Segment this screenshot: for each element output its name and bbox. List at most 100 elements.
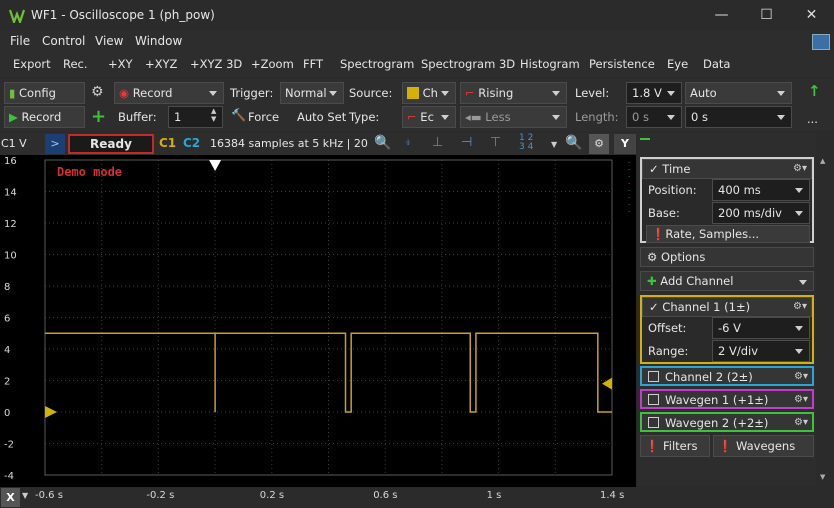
rate-samples-button[interactable]: ❗Rate, Samples... bbox=[646, 225, 810, 243]
vertical-cursor-icon[interactable]: ⊣ bbox=[461, 135, 472, 150]
wavegen1-header[interactable]: Wavegen 1 (+1±) ⚙▾ bbox=[640, 389, 814, 409]
add-xyz-button[interactable]: +XYZ bbox=[145, 57, 177, 71]
zoom-in-icon[interactable]: 🔍 bbox=[374, 135, 391, 151]
c1-toggle[interactable]: C1 bbox=[159, 136, 176, 150]
persistence-button[interactable]: Persistence bbox=[589, 57, 655, 71]
y-tick-label: 14 bbox=[4, 188, 17, 199]
minimize-button[interactable]: — bbox=[699, 0, 744, 31]
fft-button[interactable]: FFT bbox=[303, 57, 323, 71]
range-input[interactable]: 2 V/div bbox=[712, 340, 810, 362]
channel2-checkbox[interactable] bbox=[648, 371, 659, 382]
channel1-gear-icon[interactable]: ⚙▾ bbox=[793, 298, 807, 316]
options-gear-icon: ⚙ bbox=[647, 250, 658, 264]
wavegen1-checkbox[interactable] bbox=[648, 394, 659, 405]
slope-dropdown[interactable]: ⌐ Rising bbox=[460, 82, 567, 104]
level-mode-dropdown[interactable]: Auto bbox=[685, 82, 792, 104]
force-button[interactable]: Force bbox=[248, 110, 279, 124]
wavegen2-header[interactable]: Wavegen 2 (+2±) ⚙▾ bbox=[640, 412, 814, 432]
type-value: Ec bbox=[420, 110, 434, 124]
plot-settings-icon[interactable]: ⚙ bbox=[589, 134, 609, 154]
scroll-up-icon[interactable]: ▲ bbox=[820, 157, 825, 165]
menu-view[interactable]: View bbox=[95, 34, 123, 48]
time-gear-icon[interactable]: ⚙▾ bbox=[793, 160, 807, 178]
spectrogram-button[interactable]: Spectrogram bbox=[340, 57, 414, 71]
level-input[interactable]: 1.8 V bbox=[626, 82, 682, 104]
position-input[interactable]: 400 ms bbox=[712, 179, 810, 201]
base-label: Base: bbox=[648, 206, 680, 220]
plot-area[interactable]: 16 14 12 10 8 6 4 2 0 -2 -4 Demo mode bbox=[0, 155, 636, 488]
c1-offset-marker bbox=[45, 406, 57, 418]
y-tick-label: 8 bbox=[4, 282, 10, 293]
y-axis-button[interactable]: Y bbox=[614, 134, 636, 154]
menu-file[interactable]: File bbox=[10, 34, 30, 48]
filters-button[interactable]: ❗ Filters bbox=[640, 435, 710, 457]
x-axis-button[interactable]: X bbox=[1, 488, 20, 507]
wavegens-button[interactable]: ❗ Wavegens bbox=[713, 435, 814, 457]
zoom-fit-icon[interactable]: 🔍 bbox=[565, 135, 582, 151]
record-mode-dropdown[interactable]: ◉ Record bbox=[114, 82, 224, 104]
wavegen1-title: Wavegen 1 (+1±) bbox=[665, 393, 769, 407]
channel1-header[interactable]: ✓ Channel 1 (1±) ⚙▾ bbox=[642, 297, 812, 317]
cursor-tool-icon[interactable]: ⍖ bbox=[404, 135, 412, 150]
config-button[interactable]: ▮ Config bbox=[4, 82, 85, 104]
options-row[interactable]: ⚙ Options bbox=[640, 247, 814, 267]
data-button[interactable]: Data bbox=[703, 57, 730, 71]
x-tick-label: 0.2 s bbox=[259, 490, 285, 501]
wavegen2-gear-icon[interactable]: ⚙▾ bbox=[794, 414, 808, 432]
export-button[interactable]: Export bbox=[13, 57, 51, 71]
measure-icon[interactable]: 1 23 4 bbox=[519, 134, 533, 152]
channel2-gear-icon[interactable]: ⚙▾ bbox=[794, 368, 808, 386]
histogram-button[interactable]: Histogram bbox=[520, 57, 580, 71]
oscilloscope-chart[interactable]: 16 14 12 10 8 6 4 2 0 -2 -4 bbox=[0, 155, 636, 488]
type-dropdown[interactable]: ⌐ Ec bbox=[402, 106, 456, 128]
marker-icon[interactable]: ⊤ bbox=[490, 135, 501, 150]
x-tick-label: 1.4 s bbox=[600, 490, 625, 501]
base-input[interactable]: 200 ms/div bbox=[712, 202, 810, 224]
x-tick-label: 0.6 s bbox=[373, 490, 398, 501]
panel-scrollbar[interactable]: ▲ ▼ bbox=[816, 155, 834, 485]
settings-gear-icon[interactable]: ⚙ bbox=[91, 84, 104, 100]
x-tick-label: 1 s bbox=[486, 490, 502, 501]
record-button[interactable]: ▶ Record bbox=[4, 106, 85, 128]
play-toggle-icon[interactable]: > bbox=[45, 134, 65, 154]
chevron-down-icon[interactable]: ▼ bbox=[551, 140, 557, 149]
maximize-button[interactable]: ☐ bbox=[744, 0, 789, 31]
acquisition-info: 16384 samples at 5 kHz | 2025 bbox=[210, 137, 368, 150]
source-dropdown[interactable]: Ch bbox=[402, 82, 456, 104]
source-value: Ch bbox=[422, 86, 438, 100]
scroll-down-icon[interactable]: ▼ bbox=[820, 473, 825, 481]
y-tick-label: 6 bbox=[4, 314, 10, 325]
more-options-button[interactable]: ... bbox=[807, 112, 818, 126]
restore-docked-icon[interactable] bbox=[812, 34, 830, 50]
wavegen2-checkbox[interactable] bbox=[648, 417, 659, 428]
add-zoom-button[interactable]: +Zoom bbox=[251, 57, 294, 71]
trigger-level-marker bbox=[602, 377, 612, 390]
time-header[interactable]: ✓ Time ⚙▾ bbox=[642, 159, 812, 179]
trigger-mode-dropdown[interactable]: Normal bbox=[280, 82, 344, 104]
length-input[interactable]: 0 s bbox=[626, 106, 682, 128]
add-icon[interactable]: + bbox=[91, 106, 106, 127]
close-button[interactable]: ✕ bbox=[789, 0, 834, 31]
arrow-up-icon[interactable]: ↑ bbox=[808, 82, 821, 100]
horizontal-cursor-icon[interactable]: ⊥ bbox=[432, 135, 443, 150]
channel2-header[interactable]: Channel 2 (2±) ⚙▾ bbox=[640, 366, 814, 386]
offset-input[interactable]: -6 V bbox=[712, 317, 810, 339]
wavegen1-gear-icon[interactable]: ⚙▾ bbox=[794, 391, 808, 409]
add-channel-button[interactable]: ✚ Add Channel bbox=[640, 271, 814, 291]
c2-toggle[interactable]: C2 bbox=[183, 136, 200, 150]
holdoff-input[interactable]: 0 s bbox=[685, 106, 792, 128]
menu-bar: File Control View Window bbox=[0, 31, 834, 53]
add-xyz3d-button[interactable]: +XYZ 3D bbox=[190, 57, 242, 71]
menu-control[interactable]: Control bbox=[42, 34, 85, 48]
rec-button[interactable]: Rec. bbox=[63, 57, 88, 71]
collapse-panel-icon[interactable] bbox=[640, 138, 650, 140]
eye-button[interactable]: Eye bbox=[667, 57, 688, 71]
buffer-spin-icon[interactable]: ▲ ▼ bbox=[211, 107, 216, 123]
window-title: WF1 - Oscilloscope 1 (ph_pow) bbox=[31, 8, 215, 22]
x-axis-menu-icon[interactable]: ▼ bbox=[22, 491, 28, 500]
auto-set-button[interactable]: Auto Set bbox=[297, 110, 346, 124]
menu-window[interactable]: Window bbox=[135, 34, 182, 48]
condition-dropdown[interactable]: ◂▬ Less bbox=[460, 106, 567, 128]
add-xy-button[interactable]: +XY bbox=[108, 57, 133, 71]
spectrogram3d-button[interactable]: Spectrogram 3D bbox=[421, 57, 515, 71]
